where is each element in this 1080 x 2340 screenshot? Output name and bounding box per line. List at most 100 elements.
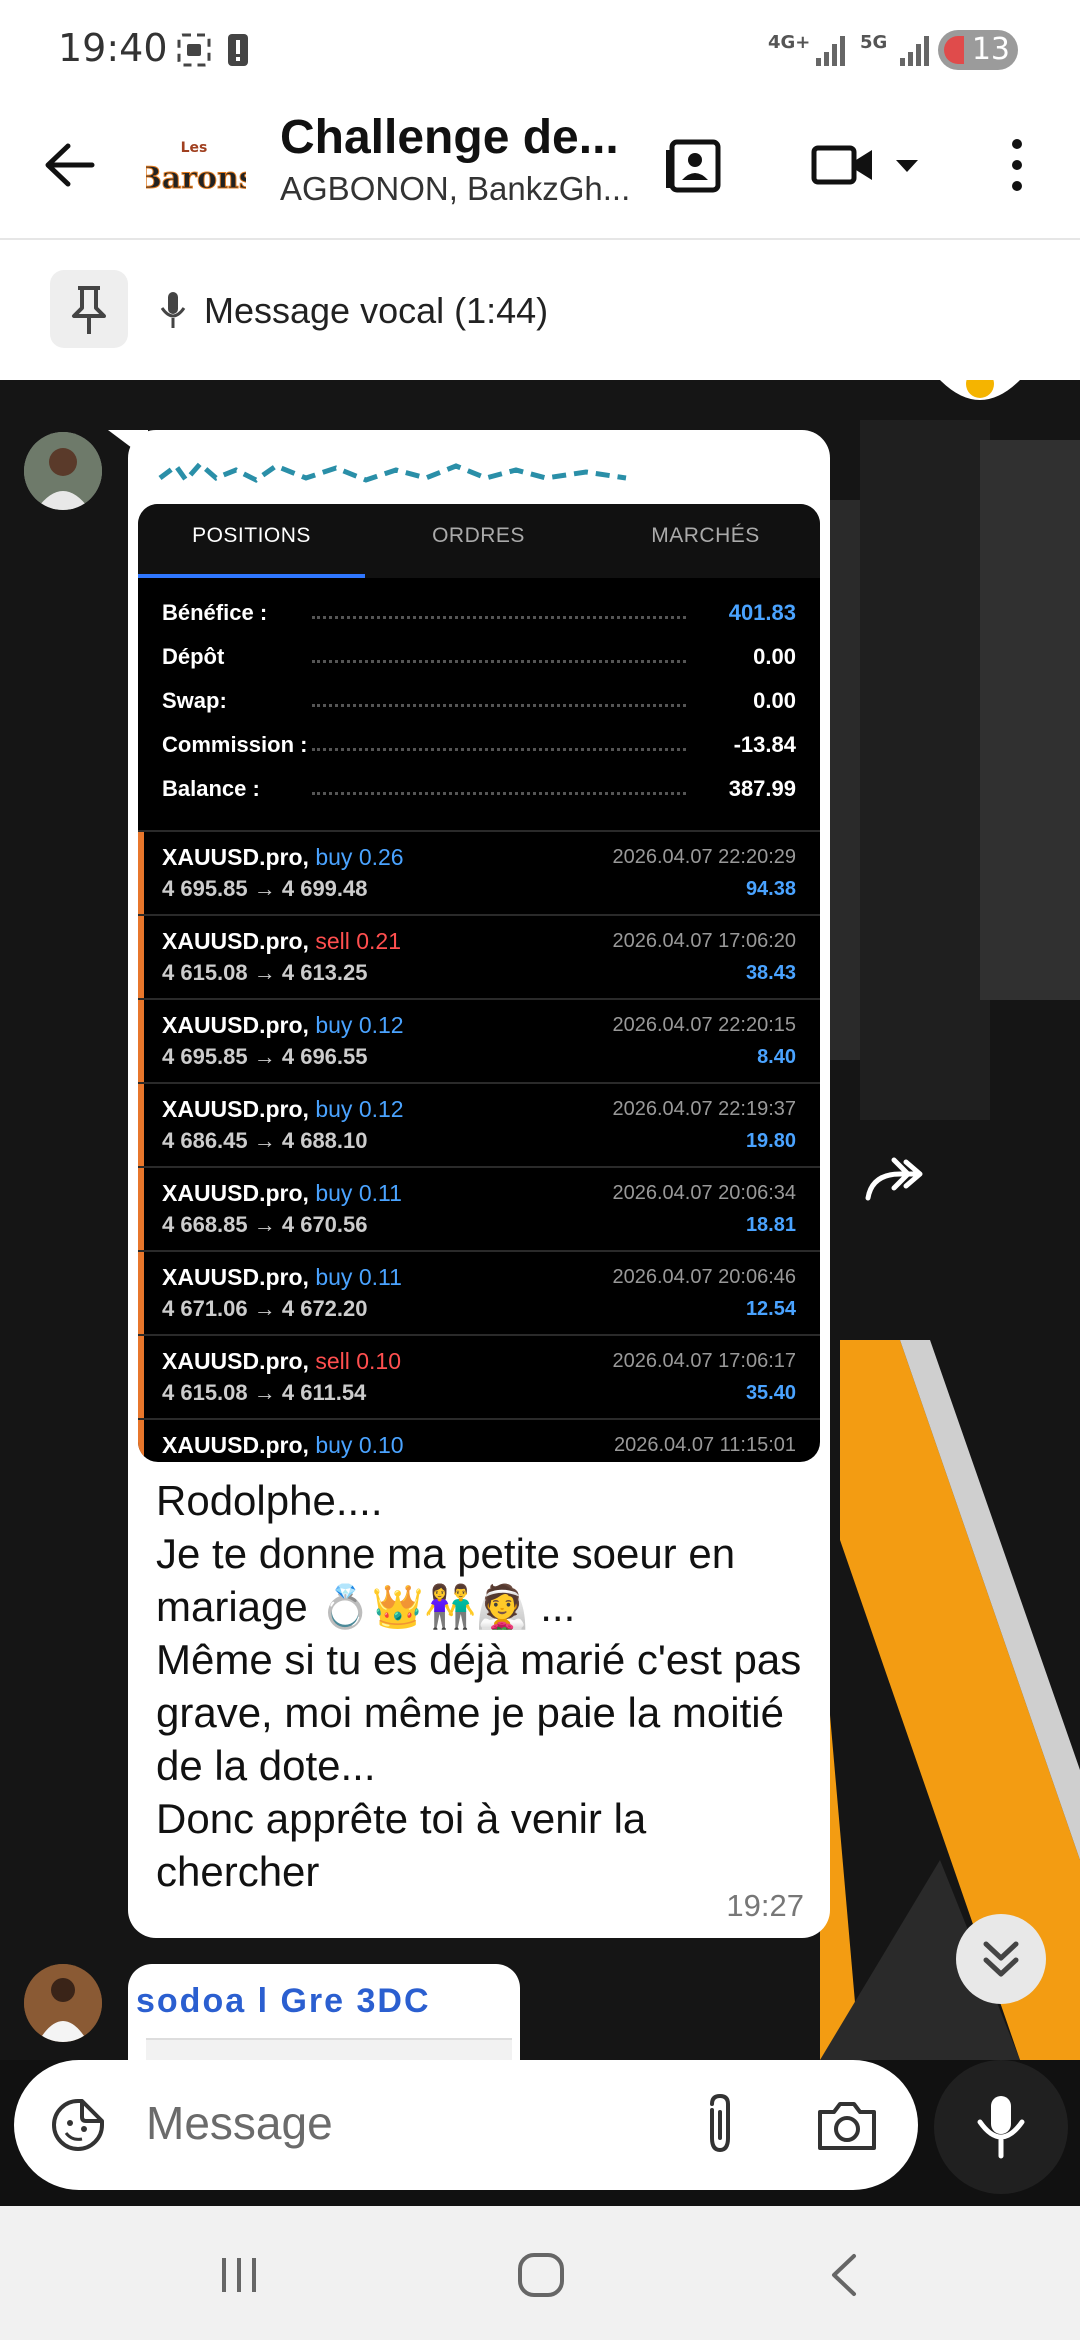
trade-prices: 4 695.85 → 4 696.55 bbox=[162, 1044, 368, 1069]
trade-prices: 4 695.85 → 4 699.48 bbox=[162, 876, 368, 901]
trade-side: sell 0.21 bbox=[315, 928, 402, 954]
trade-profit: 18.81 bbox=[745, 1214, 796, 1236]
pinned-text: Message vocal (1:44) bbox=[204, 290, 549, 331]
trade-row: XAUUSD.pro, buy 0.10 2026.04.07 11:15:01 bbox=[138, 1418, 820, 1462]
trade-symbol: XAUUSD.pro, bbox=[162, 1012, 309, 1038]
chevron-double-down-icon bbox=[983, 1941, 1019, 1977]
summary-row: Dépôt 0.00 bbox=[162, 644, 796, 674]
trade-symbol: XAUUSD.pro, bbox=[162, 1264, 309, 1290]
summary-value: 401.83 bbox=[728, 600, 796, 625]
trade-symbol: XAUUSD.pro, bbox=[162, 1348, 309, 1374]
home-icon[interactable] bbox=[516, 2252, 566, 2298]
attach-icon[interactable] bbox=[690, 2092, 750, 2158]
sender-name-scribble bbox=[158, 460, 627, 484]
trade-row: XAUUSD.pro, buy 0.26 4 695.85 → 4 699.48… bbox=[138, 830, 820, 916]
mic-icon bbox=[160, 292, 186, 328]
message-composer: Message bbox=[0, 2060, 1080, 2206]
trade-row: XAUUSD.pro, buy 0.12 4 695.85 → 4 696.55… bbox=[138, 998, 820, 1084]
tab-ordres: ORDRES bbox=[432, 524, 525, 547]
message-caption: sodoa l Gre 3DC bbox=[136, 1982, 431, 2020]
trade-prices: 4 671.06 → 4 672.20 bbox=[162, 1296, 368, 1321]
camera-icon[interactable] bbox=[814, 2094, 880, 2156]
trade-row: XAUUSD.pro, buy 0.12 4 686.45 → 4 688.10… bbox=[138, 1082, 820, 1168]
network-type-1: 4G+ bbox=[768, 32, 811, 53]
trade-profit: 35.40 bbox=[745, 1382, 796, 1404]
trade-profit: 8.40 bbox=[757, 1046, 796, 1068]
trade-profit: 12.54 bbox=[745, 1298, 796, 1320]
trade-tabs: POSITIONS ORDRES MARCHÉS bbox=[138, 504, 820, 578]
pinned-message[interactable]: Message vocal (1:44) bbox=[0, 240, 1080, 380]
scroll-to-bottom-button[interactable] bbox=[956, 1914, 1046, 2004]
avatar bbox=[24, 432, 102, 510]
summary-label: Bénéfice : bbox=[162, 600, 268, 625]
tab-marches: MARCHÉS bbox=[651, 524, 760, 547]
trade-symbol: XAUUSD.pro, bbox=[162, 928, 309, 954]
sticker-icon[interactable] bbox=[48, 2095, 108, 2155]
trade-side: buy 0.11 bbox=[315, 1264, 402, 1290]
wallpaper-bar bbox=[860, 420, 990, 1120]
message-input[interactable]: Message bbox=[14, 2060, 918, 2190]
forward-icon[interactable] bbox=[860, 1150, 932, 1210]
image-thumbnail bbox=[146, 2038, 512, 2060]
contact-card-icon[interactable] bbox=[662, 130, 728, 200]
emoji-reaction[interactable] bbox=[940, 380, 1020, 404]
trade-side: buy 0.26 bbox=[315, 844, 404, 870]
back-icon[interactable] bbox=[824, 2252, 864, 2298]
message-bubble[interactable]: POSITIONS ORDRES MARCHÉS Bénéfice : 401.… bbox=[128, 430, 830, 1938]
voice-record-button[interactable] bbox=[934, 2060, 1068, 2194]
trade-datetime: 2026.04.07 22:20:15 bbox=[612, 1014, 796, 1036]
summary-value: -13.84 bbox=[733, 732, 796, 757]
chat-title[interactable]: Challenge de... bbox=[280, 110, 619, 165]
trade-row: XAUUSD.pro, buy 0.11 4 668.85 → 4 670.56… bbox=[138, 1166, 820, 1252]
trade-profit: 94.38 bbox=[745, 878, 796, 900]
trade-symbol: XAUUSD.pro, bbox=[162, 1432, 309, 1458]
battery-level: 13 bbox=[971, 32, 1010, 67]
trade-datetime: 2026.04.07 20:06:46 bbox=[612, 1266, 796, 1288]
trade-prices: 4 668.85 → 4 670.56 bbox=[162, 1212, 368, 1237]
trade-row: XAUUSD.pro, sell 0.10 4 615.08 → 4 611.5… bbox=[138, 1334, 820, 1420]
chat-area[interactable]: POSITIONS ORDRES MARCHÉS Bénéfice : 401.… bbox=[0, 380, 1080, 2060]
screenshot-icon bbox=[177, 33, 211, 67]
trade-datetime: 2026.04.07 17:06:20 bbox=[612, 930, 796, 952]
sender-avatar[interactable] bbox=[24, 432, 102, 510]
battery-indicator: 13 bbox=[938, 30, 1018, 70]
trade-prices: 4 686.45 → 4 688.10 bbox=[162, 1128, 368, 1153]
trade-side: buy 0.12 bbox=[315, 1012, 404, 1038]
dropdown-arrow-icon[interactable] bbox=[890, 130, 924, 200]
trade-row: XAUUSD.pro, sell 0.21 4 615.08 → 4 613.2… bbox=[138, 914, 820, 1000]
tab-underline bbox=[138, 574, 365, 578]
alert-icon bbox=[228, 34, 248, 66]
svg-text:Les: Les bbox=[181, 140, 208, 156]
status-time: 19:40 bbox=[58, 26, 168, 70]
trade-datetime: 2026.04.07 22:19:37 bbox=[612, 1098, 796, 1120]
summary-value: 387.99 bbox=[728, 776, 796, 801]
trade-side: sell 0.10 bbox=[315, 1348, 402, 1374]
trade-datetime: 2026.04.07 20:06:34 bbox=[612, 1182, 796, 1204]
trade-datetime: 2026.04.07 22:20:29 bbox=[612, 846, 796, 868]
trade-row: XAUUSD.pro, buy 0.11 4 671.06 → 4 672.20… bbox=[138, 1250, 820, 1336]
recent-apps-icon[interactable] bbox=[214, 2252, 264, 2298]
summary-value: 0.00 bbox=[753, 644, 796, 669]
trade-datetime: 2026.04.07 17:06:17 bbox=[612, 1350, 796, 1372]
summary-value: 0.00 bbox=[753, 688, 796, 713]
summary-label: Dépôt bbox=[162, 644, 225, 669]
trade-side: buy 0.10 bbox=[315, 1432, 404, 1458]
back-arrow-icon[interactable] bbox=[36, 130, 106, 200]
message-bubble-2[interactable]: sodoa l Gre 3DC bbox=[128, 1964, 520, 2060]
group-avatar[interactable]: Les Barons bbox=[146, 122, 246, 222]
trade-screenshot[interactable]: POSITIONS ORDRES MARCHÉS Bénéfice : 401.… bbox=[138, 504, 820, 1462]
svg-text:Barons: Barons bbox=[146, 161, 246, 196]
sender-avatar-2[interactable] bbox=[24, 1964, 102, 2042]
chat-participants[interactable]: AGBONON, BankzGh... bbox=[280, 170, 630, 208]
trade-profit: 19.80 bbox=[745, 1130, 796, 1152]
trade-prices: 4 615.08 → 4 611.54 bbox=[162, 1380, 367, 1405]
message-placeholder: Message bbox=[146, 2097, 333, 2149]
more-vert-icon[interactable] bbox=[1000, 130, 1034, 200]
avatar bbox=[24, 1964, 102, 2042]
pin-button[interactable] bbox=[50, 270, 128, 348]
signal-icon bbox=[816, 36, 845, 66]
trade-profit: 38.43 bbox=[745, 962, 796, 984]
video-camera-icon[interactable] bbox=[808, 130, 878, 200]
status-bar: 19:40 4G+ 5G 13 bbox=[0, 0, 1080, 100]
trade-symbol: XAUUSD.pro, bbox=[162, 1180, 309, 1206]
